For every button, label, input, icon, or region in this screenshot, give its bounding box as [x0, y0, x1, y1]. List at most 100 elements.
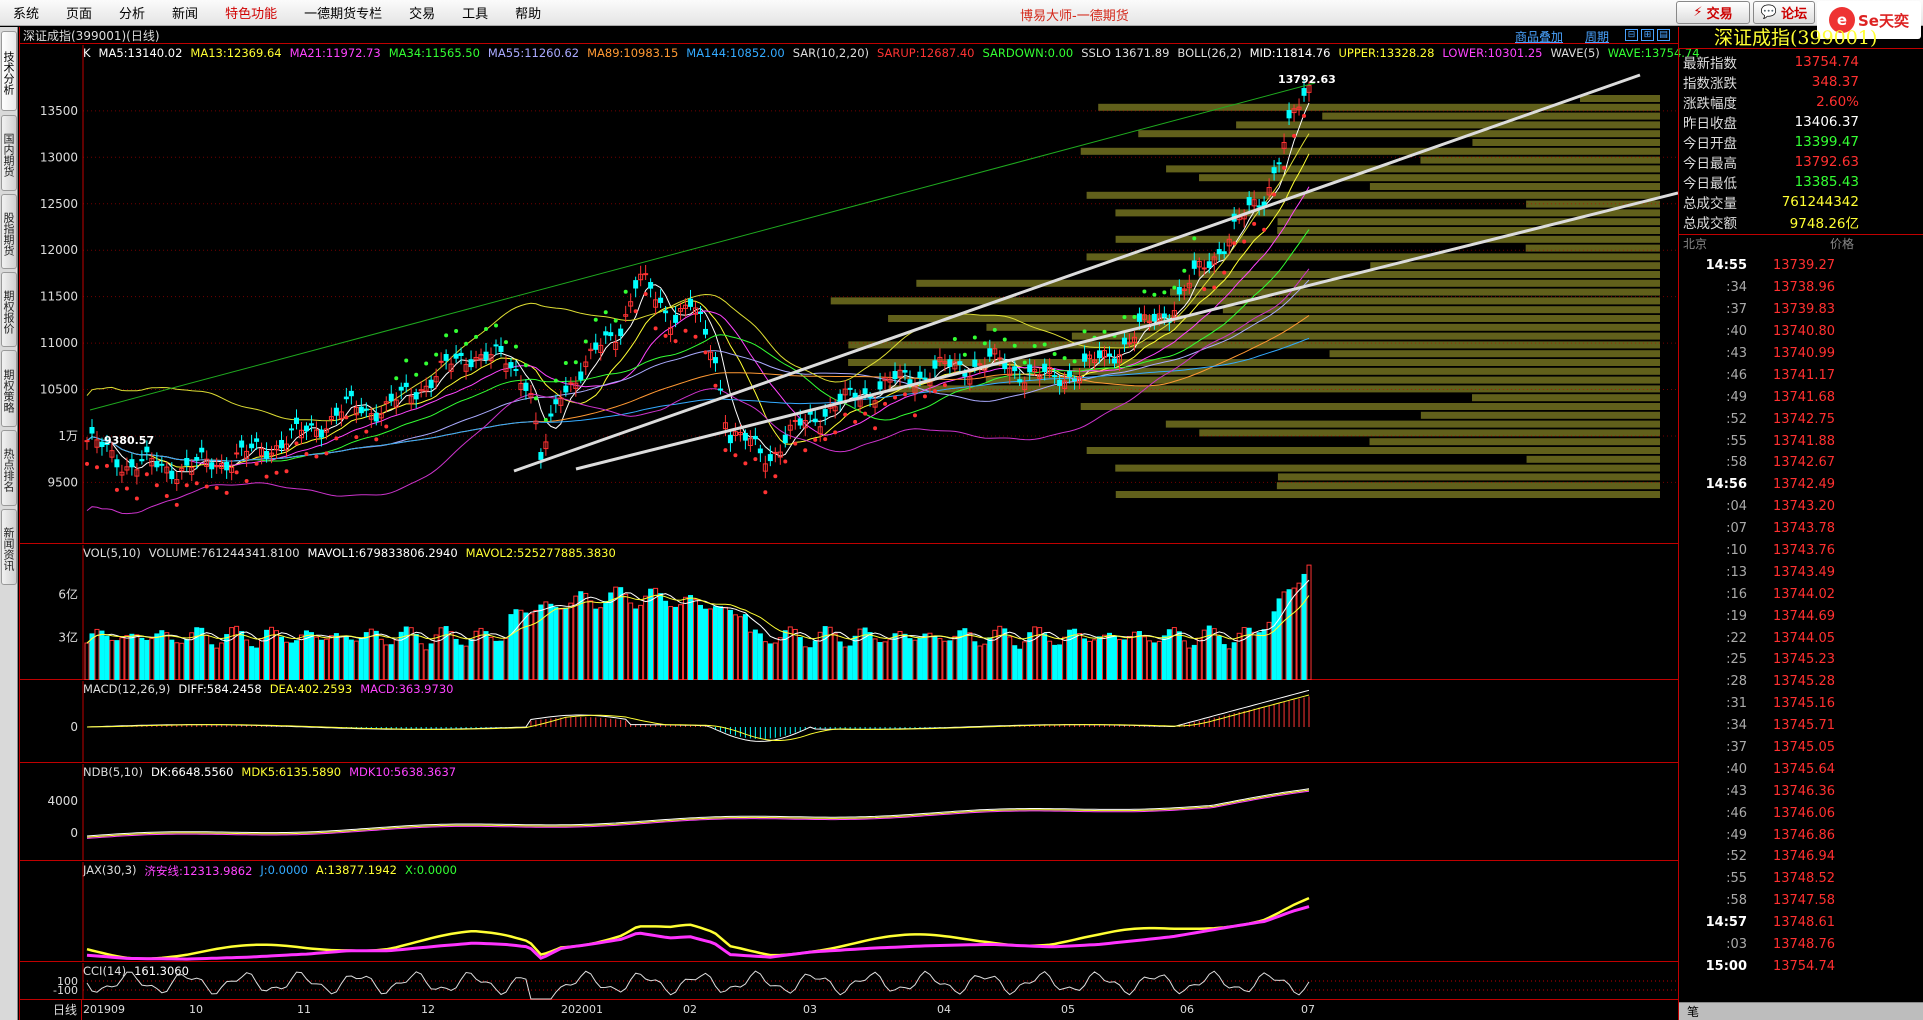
menu-item[interactable]: 帮助 [515, 3, 541, 22]
volume-bar [777, 637, 783, 680]
kline-pane[interactable]: K MA5:13140.02 MA13:12369.64 MA21:11972.73 M… [20, 45, 1700, 544]
cci-pane[interactable]: CCI(14) 161.3060 100 -100 [20, 963, 1678, 1000]
sar-dot [583, 339, 588, 344]
left-tab[interactable]: 股指期货 [1, 194, 17, 269]
tick-time: :22 [1726, 630, 1747, 646]
volume-pane[interactable]: VOL(5,10) VOLUME:761244341.8100 MAVOL1:679… [20, 545, 1678, 680]
menu-item[interactable]: 交易 [409, 3, 435, 22]
volume-bar [388, 644, 394, 680]
sar-dot [942, 383, 947, 388]
tick-price: 13747.58 [1772, 893, 1835, 909]
sar-dot [1082, 329, 1087, 334]
volume-bar [1191, 644, 1197, 680]
volume-bar [363, 632, 369, 680]
quote-label: 指数涨跌 [1683, 76, 1737, 92]
macd-tick-label: 0 [70, 720, 78, 734]
volume-bar [822, 626, 828, 680]
tick-row: :03 13748.76 [1679, 934, 1923, 956]
volume-bar [1156, 640, 1162, 680]
price-tick-label: 1万 [58, 429, 78, 443]
forum-button[interactable]: 💬 论坛 [1753, 1, 1815, 24]
volume-bar [633, 608, 639, 680]
volume-bar [468, 639, 474, 680]
sar-dot [214, 485, 219, 490]
left-tab[interactable]: 热点排名 [1, 430, 17, 506]
quote-row: 最新指数 13754.74 [1679, 52, 1923, 72]
candle-body [1286, 110, 1292, 119]
sar-dot [673, 339, 678, 344]
tick-price: 13754.74 [1772, 958, 1835, 974]
quote-panel: 深证成指(399001) 最新指数 13754.74 指数涨跌 348.37 涨跌幅度 2… [1678, 27, 1923, 1020]
volume-bar [623, 593, 629, 680]
volume-bar [678, 604, 684, 680]
zoom-in-icon[interactable]: ⊞ [1641, 29, 1654, 41]
volume-bar [1027, 632, 1033, 680]
settings-icon[interactable]: ▤ [1657, 29, 1670, 41]
sar-dot [324, 451, 329, 456]
macd-pane[interactable]: MACD(12,26,9) DIFF:584.2458 DEA:402.2593 MA… [20, 681, 1678, 763]
candle-body [717, 388, 723, 391]
period-link[interactable]: 周期 [1585, 28, 1609, 45]
tick-list[interactable]: 14:55 13739.27:34 13738.96:37 13739.83:40 13… [1679, 255, 1923, 977]
ndb-pane[interactable]: NDB(5,10) DK:6648.5560 MDK5:6135.5890 MDK10… [20, 764, 1678, 861]
volume-bar [219, 642, 225, 680]
volume-bar [503, 637, 509, 680]
volume-bar [378, 638, 384, 680]
menu-item[interactable]: 系统 [13, 3, 39, 22]
sar-dot [1052, 351, 1057, 356]
menu-item[interactable]: 页面 [66, 3, 92, 22]
compare-overlay-link[interactable]: 商品叠加 [1515, 28, 1563, 45]
candle-body [947, 359, 953, 367]
volume-bar [448, 631, 454, 680]
sar-dot [314, 454, 319, 459]
left-tab[interactable]: 新闻资讯 [1, 509, 17, 585]
left-tab[interactable]: 期权报价 [1, 272, 17, 347]
volume-bar [797, 637, 803, 680]
tick-time: :31 [1726, 696, 1747, 712]
candle-body [782, 434, 788, 444]
tick-time: :52 [1726, 411, 1747, 427]
volume-profile-bar [1420, 411, 1660, 419]
volume-bar [149, 638, 155, 680]
sar-dot [603, 310, 608, 315]
volume-bar [1291, 587, 1297, 680]
volume-bar [453, 638, 459, 680]
menu-item[interactable]: 新闻 [172, 3, 198, 22]
tick-row: :55 13748.52 [1679, 868, 1923, 890]
candle-body [1057, 379, 1063, 386]
sar-dot [164, 493, 169, 498]
menu-item[interactable]: 工具 [462, 3, 488, 22]
menu-item[interactable]: 一德期货专栏 [304, 3, 382, 22]
zoom-out-icon[interactable]: ⊟ [1625, 29, 1638, 41]
candle-body [997, 357, 1003, 360]
volume-bar [583, 592, 589, 680]
left-tab[interactable]: 国内期货 [1, 115, 17, 191]
volume-bar [1002, 628, 1008, 680]
volume-bar [423, 649, 429, 680]
sar-dot [274, 470, 279, 475]
candle-body [797, 418, 803, 426]
volume-bar [613, 586, 619, 680]
sar-dot [1122, 315, 1127, 320]
tab-tick-detail[interactable]: 笔 [1687, 1003, 1699, 1020]
trade-button[interactable]: ⚡ 交易 [1676, 1, 1750, 24]
left-tab[interactable]: 技术分析 [1, 31, 17, 111]
left-tab[interactable]: 期权策略 [1, 350, 17, 427]
jax-pane[interactable]: JAX(30,3) 济安线:12313.9862 J:0.0000 A:13877.1… [20, 862, 1678, 962]
candle-body [932, 360, 938, 369]
menu-item[interactable]: 特色功能 [225, 3, 277, 22]
candle-body [303, 425, 309, 432]
tick-row: :31 13745.16 [1679, 693, 1923, 715]
tick-time: :55 [1726, 433, 1747, 449]
sar-dot [533, 396, 538, 401]
candle-body [293, 417, 299, 424]
period-label[interactable]: 日线 [20, 1000, 82, 1020]
volume-bar [663, 600, 669, 680]
volume-bar [1181, 640, 1187, 680]
volume-bar [214, 647, 220, 680]
menu-item[interactable]: 分析 [119, 3, 145, 22]
sar-dot [1102, 329, 1107, 334]
sar-dot [114, 487, 119, 492]
volume-bar [947, 640, 953, 680]
tick-row: :55 13741.88 [1679, 430, 1923, 452]
